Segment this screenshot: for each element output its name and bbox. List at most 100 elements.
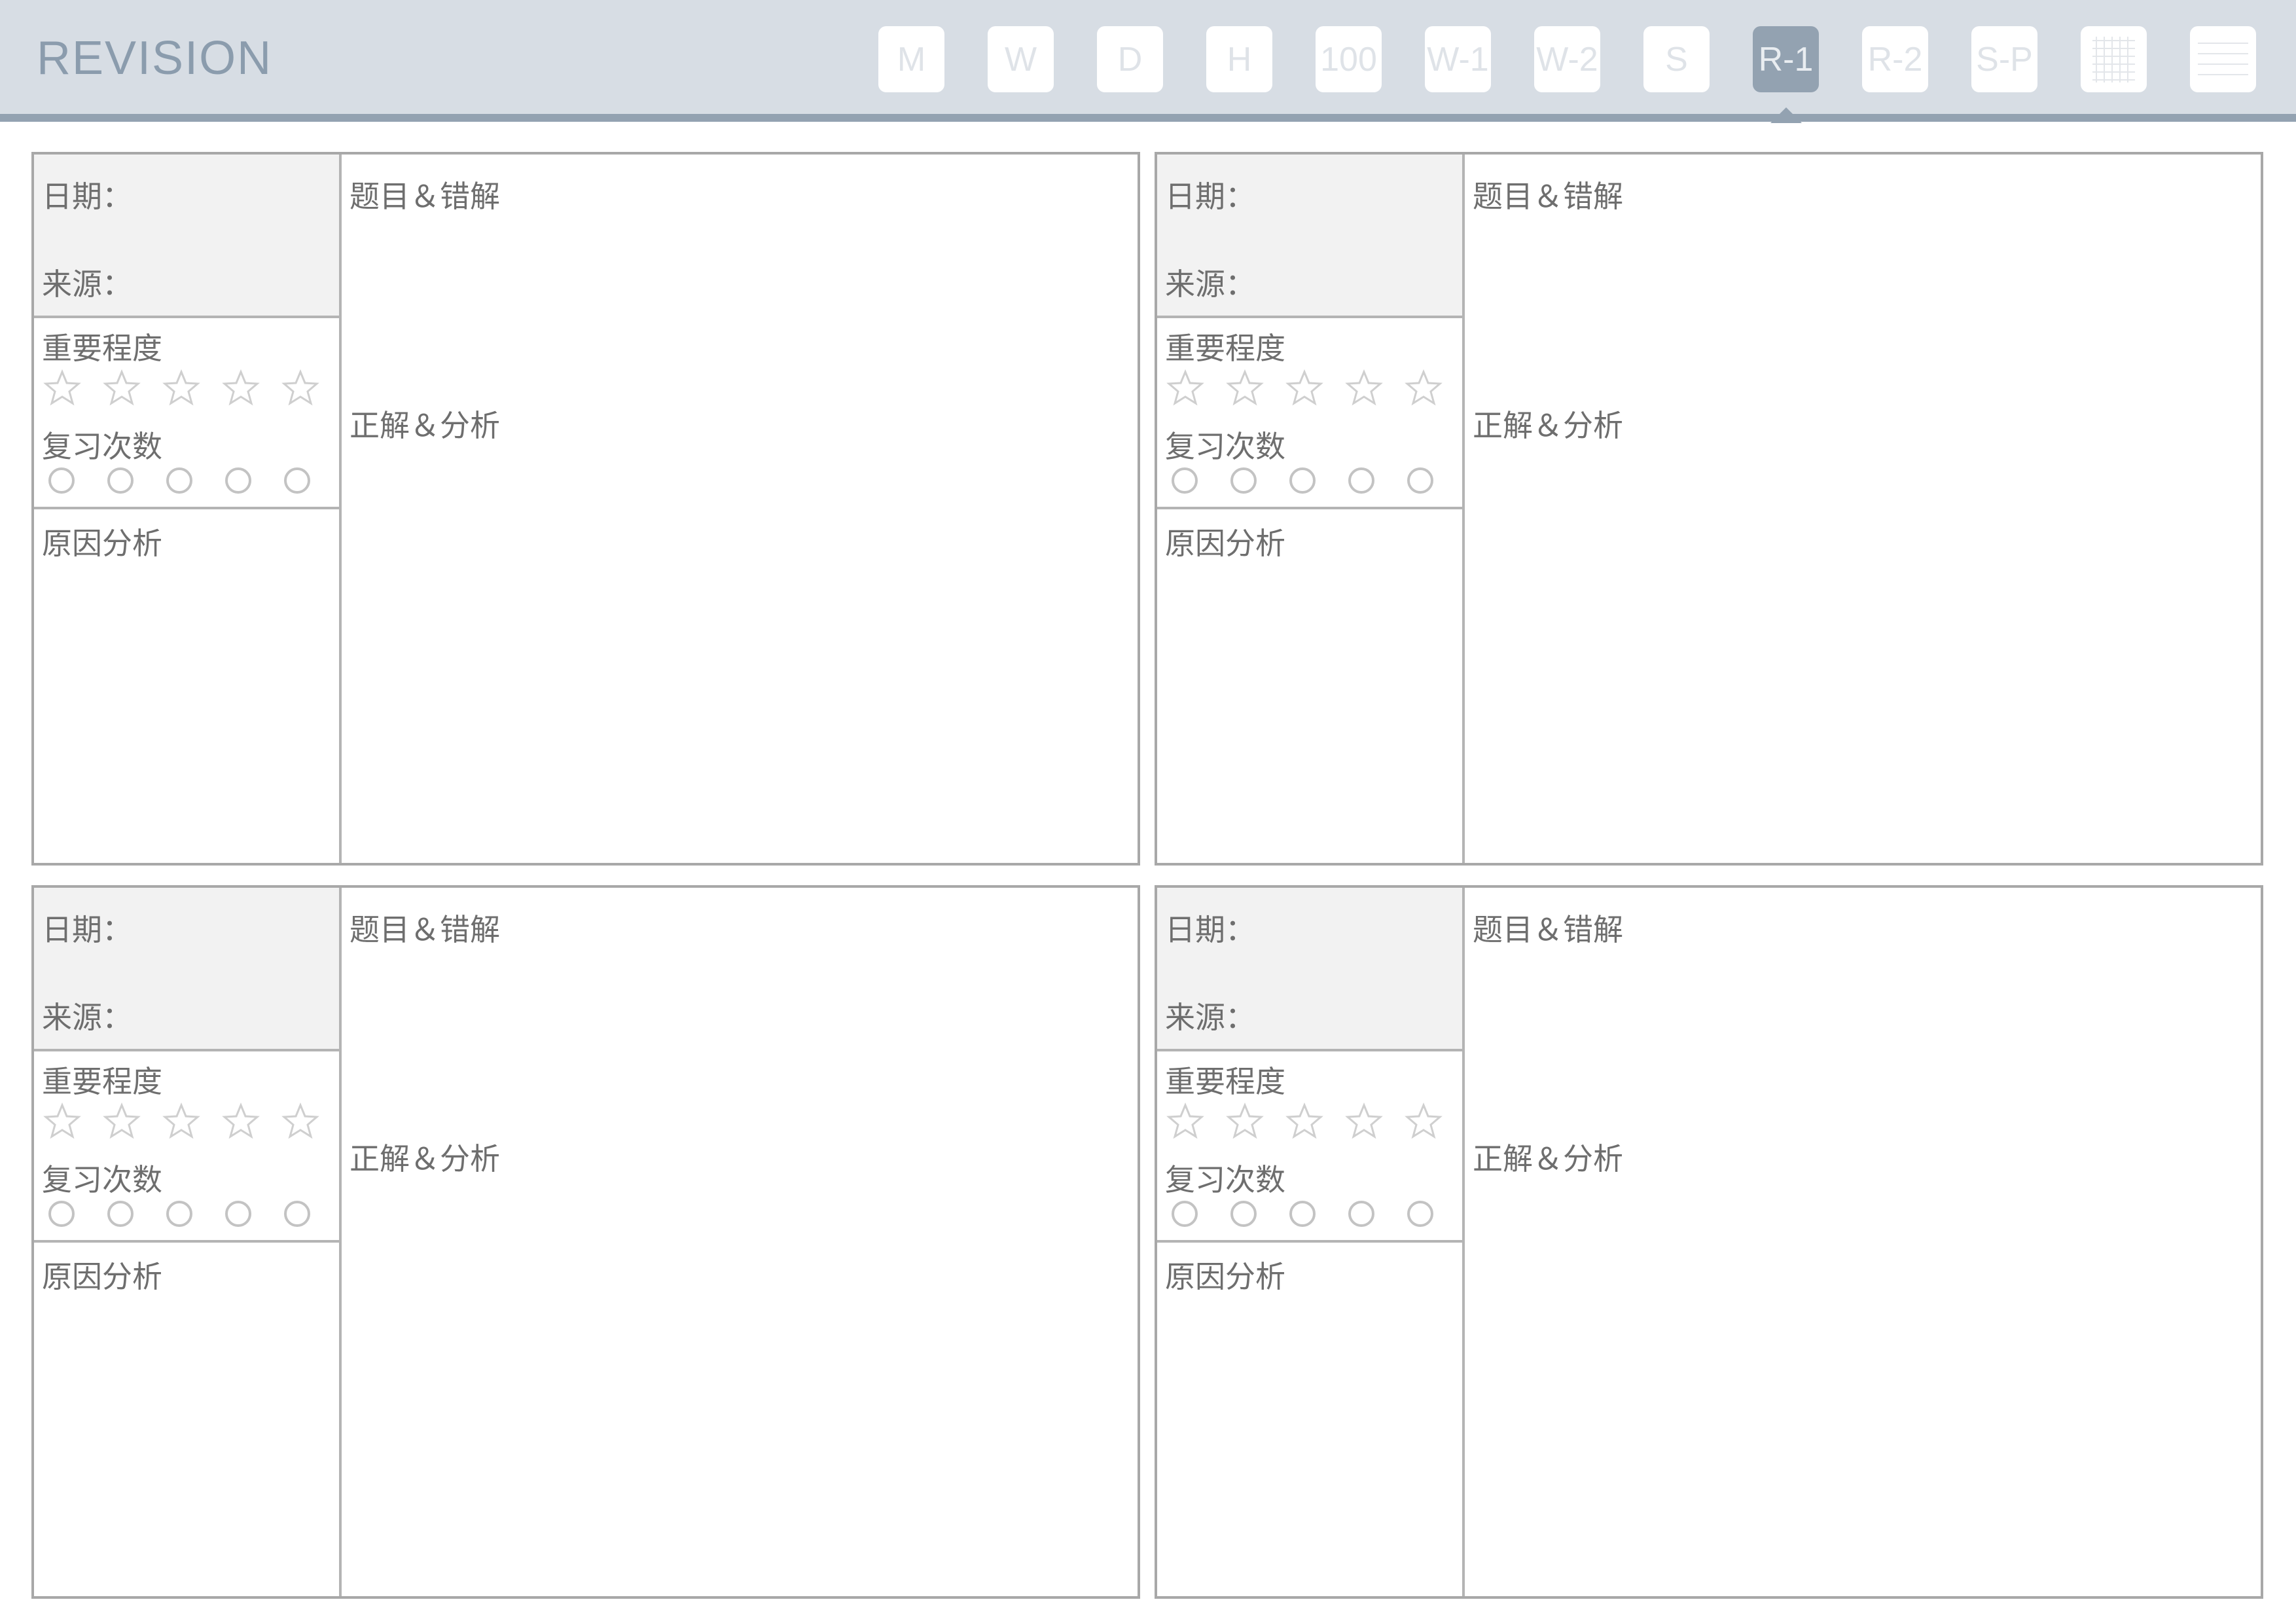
cause-label: 原因分析 [42, 1259, 162, 1294]
star-icon[interactable] [1226, 369, 1264, 407]
review-circle[interactable] [107, 1201, 134, 1227]
importance-stars [1166, 369, 1443, 407]
tab-100[interactable]: 100 [1316, 26, 1382, 92]
cause-label: 原因分析 [1165, 1259, 1285, 1294]
star-icon[interactable] [222, 1103, 260, 1140]
review-circles [1172, 1201, 1433, 1227]
star-icon[interactable] [103, 369, 141, 407]
lines-icon [2198, 43, 2248, 75]
tab-s[interactable]: S [1643, 26, 1710, 92]
answer-label: 正解＆分析 [1473, 1141, 1623, 1176]
tab-w-2[interactable]: W-2 [1534, 26, 1600, 92]
star-icon[interactable] [1166, 369, 1204, 407]
star-icon[interactable] [103, 1103, 141, 1140]
review-circle[interactable] [107, 467, 134, 494]
tab-month[interactable]: M [878, 26, 944, 92]
tab-habit[interactable]: H [1206, 26, 1272, 92]
review-circle[interactable] [1172, 467, 1198, 494]
star-icon[interactable] [162, 369, 200, 407]
revision-card-2: 日期： 来源： 重要程度 复习次数 原因分析 题目＆错解 正解＆分析 [1155, 152, 2263, 866]
revision-card-3: 日期： 来源： 重要程度 复习次数 原因分析 题目＆错解 正解＆分析 [31, 885, 1140, 1599]
review-count-label: 复习次数 [1165, 1162, 1285, 1197]
review-circle[interactable] [48, 467, 75, 494]
card-meta: 日期： 来源： [1157, 155, 1462, 318]
review-circle[interactable] [1289, 1201, 1316, 1227]
importance-stars [43, 369, 319, 407]
review-circle[interactable] [1289, 467, 1316, 494]
cause-label: 原因分析 [42, 526, 162, 561]
importance-label: 重要程度 [42, 1064, 162, 1099]
star-icon[interactable] [281, 369, 319, 407]
star-icon[interactable] [281, 1103, 319, 1140]
review-circle[interactable] [48, 1201, 75, 1227]
review-circle[interactable] [1348, 1201, 1374, 1227]
star-icon[interactable] [1285, 369, 1323, 407]
star-icon[interactable] [1345, 369, 1383, 407]
review-count-label: 复习次数 [42, 429, 162, 464]
review-circle[interactable] [284, 1201, 310, 1227]
card-left-column: 日期： 来源： 重要程度 复习次数 原因分析 [1157, 888, 1465, 1596]
card-left-column: 日期： 来源： 重要程度 复习次数 原因分析 [34, 155, 342, 863]
importance-label: 重要程度 [1165, 1064, 1285, 1099]
star-icon[interactable] [1405, 369, 1443, 407]
source-label: 来源： [42, 1000, 132, 1035]
tab-grid[interactable] [2081, 26, 2147, 92]
star-icon[interactable] [43, 369, 81, 407]
answer-label: 正解＆分析 [350, 408, 500, 443]
review-circle[interactable] [1348, 467, 1374, 494]
star-icon[interactable] [222, 369, 260, 407]
review-circle[interactable] [1407, 467, 1433, 494]
card-meta: 日期： 来源： [34, 155, 339, 318]
review-circle[interactable] [1230, 467, 1257, 494]
app-header: REVISION M W D H 100 W-1 W-2 S R-1 R-2 S… [0, 0, 2296, 123]
star-icon[interactable] [1405, 1103, 1443, 1140]
tab-w-1[interactable]: W-1 [1425, 26, 1491, 92]
tab-r-1[interactable]: R-1 [1753, 26, 1819, 123]
answer-label: 正解＆分析 [350, 1141, 500, 1176]
star-icon[interactable] [162, 1103, 200, 1140]
star-icon[interactable] [1285, 1103, 1323, 1140]
card-rating: 重要程度 复习次数 [1157, 1051, 1462, 1243]
source-label: 来源： [42, 266, 132, 302]
star-icon[interactable] [1345, 1103, 1383, 1140]
tab-r-1-label: R-1 [1758, 40, 1814, 79]
card-meta: 日期： 来源： [1157, 888, 1462, 1051]
review-circle[interactable] [284, 467, 310, 494]
grid-icon [2092, 37, 2135, 82]
review-circle[interactable] [166, 467, 192, 494]
tab-day[interactable]: D [1097, 26, 1163, 92]
date-label: 日期： [1165, 179, 1255, 214]
tab-r-2[interactable]: R-2 [1862, 26, 1928, 92]
answer-label: 正解＆分析 [1473, 408, 1623, 443]
date-label: 日期： [42, 179, 132, 214]
source-label: 来源： [1165, 1000, 1255, 1035]
importance-label: 重要程度 [42, 331, 162, 366]
tab-lines[interactable] [2190, 26, 2256, 92]
importance-label: 重要程度 [1165, 331, 1285, 366]
review-circle[interactable] [1407, 1201, 1433, 1227]
tab-s-p[interactable]: S-P [1971, 26, 2037, 92]
review-circle[interactable] [1230, 1201, 1257, 1227]
app-title: REVISION [37, 32, 273, 84]
question-label: 题目＆错解 [1473, 179, 1623, 214]
question-label: 题目＆错解 [350, 912, 500, 947]
card-rating: 重要程度 复习次数 [1157, 318, 1462, 509]
review-circles [1172, 467, 1433, 494]
review-circle[interactable] [225, 467, 251, 494]
importance-stars [43, 1103, 319, 1140]
review-circle[interactable] [225, 1201, 251, 1227]
star-icon[interactable] [1226, 1103, 1264, 1140]
review-circles [48, 1201, 310, 1227]
card-left-column: 日期： 来源： 重要程度 复习次数 原因分析 [34, 888, 342, 1596]
card-rating: 重要程度 复习次数 [34, 318, 339, 509]
review-circle[interactable] [1172, 1201, 1198, 1227]
tab-week[interactable]: W [988, 26, 1054, 92]
revision-card-1: 日期： 来源： 重要程度 复习次数 原因分析 题目＆错解 正解＆分析 [31, 152, 1140, 866]
card-meta: 日期： 来源： [34, 888, 339, 1051]
star-icon[interactable] [43, 1103, 81, 1140]
card-left-column: 日期： 来源： 重要程度 复习次数 原因分析 [1157, 155, 1465, 863]
review-circle[interactable] [166, 1201, 192, 1227]
star-icon[interactable] [1166, 1103, 1204, 1140]
review-count-label: 复习次数 [1165, 429, 1285, 464]
cause-label: 原因分析 [1165, 526, 1285, 561]
